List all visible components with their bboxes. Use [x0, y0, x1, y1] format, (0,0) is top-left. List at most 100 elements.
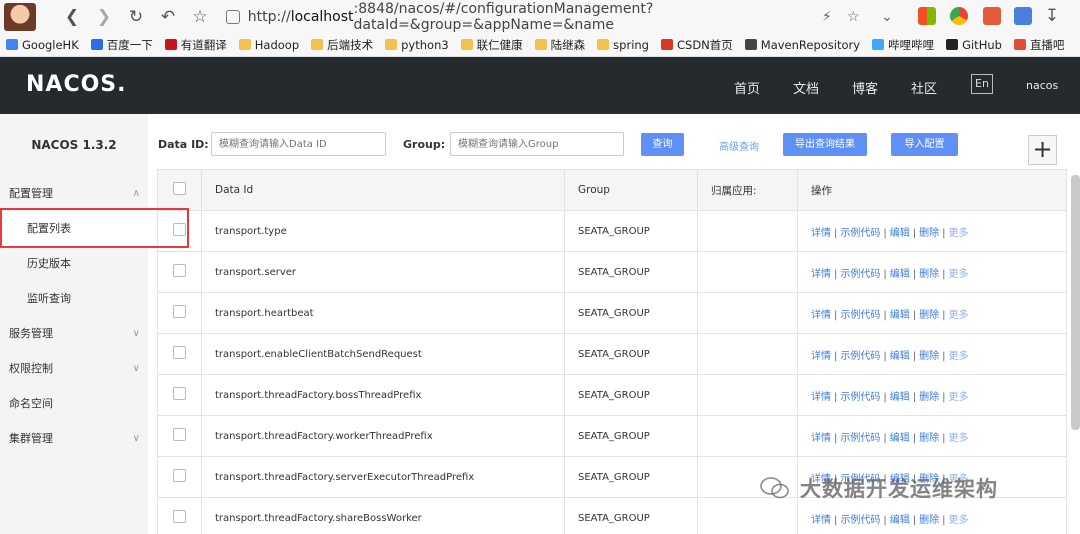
undo-icon[interactable]: ↶	[156, 7, 180, 27]
more-link[interactable]: 更多	[949, 310, 969, 321]
edit-link[interactable]: 编辑	[890, 228, 910, 239]
row-checkbox[interactable]	[173, 387, 186, 400]
nav-docs[interactable]: 文档	[793, 78, 819, 97]
bookmark-item[interactable]: 百度一下	[90, 37, 153, 53]
row-checkbox[interactable]	[173, 264, 186, 277]
profile-avatar[interactable]	[4, 2, 36, 31]
edit-link[interactable]: 编辑	[890, 515, 910, 526]
reload-icon[interactable]: ↻	[124, 7, 148, 27]
action-separator: |	[883, 391, 887, 403]
detail-link[interactable]: 详情	[811, 515, 831, 526]
row-checkbox[interactable]	[173, 428, 186, 441]
cell-data-id: transport.enableClientBatchSendRequest	[201, 333, 565, 375]
extension-network-icon[interactable]	[983, 7, 1001, 25]
sample-code-link[interactable]: 示例代码	[840, 515, 880, 526]
more-link[interactable]: 更多	[949, 392, 969, 403]
row-checkbox[interactable]	[173, 305, 186, 318]
data-id-input[interactable]	[211, 132, 386, 156]
sample-code-link[interactable]: 示例代码	[840, 310, 880, 321]
sample-code-link[interactable]: 示例代码	[840, 269, 880, 280]
bookmark-item[interactable]: GoogleHK	[6, 38, 79, 52]
detail-link[interactable]: 详情	[811, 310, 831, 321]
more-link[interactable]: 更多	[949, 269, 969, 280]
more-link[interactable]: 更多	[949, 515, 969, 526]
bookmark-item[interactable]: 直播吧	[1013, 37, 1064, 53]
row-checkbox[interactable]	[173, 469, 186, 482]
nacos-logo[interactable]: NACOS.	[26, 72, 127, 97]
sample-code-link[interactable]: 示例代码	[840, 228, 880, 239]
sidebar-item[interactable]: 集群管理 ∨	[0, 421, 148, 456]
site-info-icon[interactable]	[226, 9, 240, 24]
edit-link[interactable]: 编辑	[890, 392, 910, 403]
row-checkbox[interactable]	[173, 346, 186, 359]
table-row: transport.server SEATA_GROUP 详情 | 示例代码 | 编辑 | 删除…	[157, 251, 1067, 293]
add-config-button[interactable]: +	[1028, 135, 1057, 165]
extension-chrome-icon[interactable]	[950, 7, 968, 25]
user-name[interactable]: nacos	[1026, 79, 1058, 92]
bookmark-item[interactable]: spring	[597, 38, 649, 52]
detail-link[interactable]: 详情	[811, 392, 831, 403]
search-button[interactable]: 查询	[641, 133, 684, 156]
sidebar-item[interactable]: 服务管理 ∨	[0, 316, 148, 351]
nav-community[interactable]: 社区	[911, 78, 937, 97]
detail-link[interactable]: 详情	[811, 228, 831, 239]
bookmark-item[interactable]: 有道翻译	[164, 37, 227, 53]
download-icon[interactable]: ↧	[1040, 6, 1064, 26]
delete-link[interactable]: 删除	[919, 433, 939, 444]
wechat-icon	[760, 477, 789, 499]
import-config-button[interactable]: 导入配置	[891, 133, 958, 156]
bookmark-item[interactable]: python3	[385, 38, 449, 52]
bookmark-star-icon[interactable]: ☆	[847, 9, 860, 25]
bookmark-item[interactable]: 哔哩哔哩	[872, 37, 934, 53]
bookmark-icon	[6, 39, 18, 50]
sample-code-link[interactable]: 示例代码	[840, 433, 880, 444]
sidebar-item[interactable]: 历史版本	[0, 246, 148, 281]
extension-windows-icon[interactable]	[918, 7, 936, 25]
bookmark-item[interactable]: GitHub	[946, 38, 1002, 52]
sidebar-item[interactable]: 命名空间	[0, 386, 148, 421]
advanced-search-link[interactable]: 高级查询	[719, 138, 759, 153]
page-scrollbar[interactable]	[1071, 175, 1080, 430]
address-bar[interactable]: http:// localhost :8848/nacos/#/configur…	[222, 1, 904, 33]
edit-link[interactable]: 编辑	[890, 310, 910, 321]
sidebar-item[interactable]: 配置管理 ∧	[0, 176, 148, 211]
sample-code-link[interactable]: 示例代码	[840, 392, 880, 403]
delete-link[interactable]: 删除	[919, 228, 939, 239]
delete-link[interactable]: 删除	[919, 392, 939, 403]
bolt-icon[interactable]: ⚡	[822, 9, 832, 25]
bookmark-item[interactable]: 后端技术	[311, 37, 373, 53]
bookmark-item[interactable]: Hadoop	[238, 38, 299, 52]
more-link[interactable]: 更多	[949, 433, 969, 444]
group-input[interactable]	[450, 132, 624, 156]
row-checkbox[interactable]	[173, 510, 186, 523]
edit-link[interactable]: 编辑	[890, 269, 910, 280]
more-link[interactable]: 更多	[949, 351, 969, 362]
bookmark-item[interactable]: 联仁健康	[460, 37, 523, 53]
export-results-button[interactable]: 导出查询结果	[783, 133, 867, 156]
delete-link[interactable]: 删除	[919, 310, 939, 321]
detail-link[interactable]: 详情	[811, 269, 831, 280]
extension-translate-icon[interactable]	[1014, 7, 1032, 25]
forward-icon[interactable]: ❯	[92, 7, 116, 27]
detail-link[interactable]: 详情	[811, 433, 831, 444]
bookmark-item[interactable]: MavenRepository	[744, 38, 860, 52]
delete-link[interactable]: 删除	[919, 351, 939, 362]
back-icon[interactable]: ❮	[60, 7, 84, 27]
delete-link[interactable]: 删除	[919, 269, 939, 280]
language-switch-button[interactable]: En	[971, 74, 993, 94]
bookmark-item[interactable]: CSDN首页	[660, 37, 733, 53]
more-link[interactable]: 更多	[949, 228, 969, 239]
sidebar-item[interactable]: 监听查询	[0, 281, 148, 316]
sidebar-item[interactable]: 权限控制 ∨	[0, 351, 148, 386]
delete-link[interactable]: 删除	[919, 515, 939, 526]
dropdown-icon[interactable]: ⌄	[881, 9, 893, 25]
nav-home[interactable]: 首页	[734, 78, 760, 97]
sample-code-link[interactable]: 示例代码	[840, 351, 880, 362]
star-icon[interactable]: ☆	[188, 7, 212, 27]
edit-link[interactable]: 编辑	[890, 433, 910, 444]
bookmark-item[interactable]: 陆继森	[534, 37, 585, 53]
detail-link[interactable]: 详情	[811, 351, 831, 362]
nav-blog[interactable]: 博客	[852, 78, 878, 97]
select-all-checkbox[interactable]	[173, 182, 186, 195]
edit-link[interactable]: 编辑	[890, 351, 910, 362]
